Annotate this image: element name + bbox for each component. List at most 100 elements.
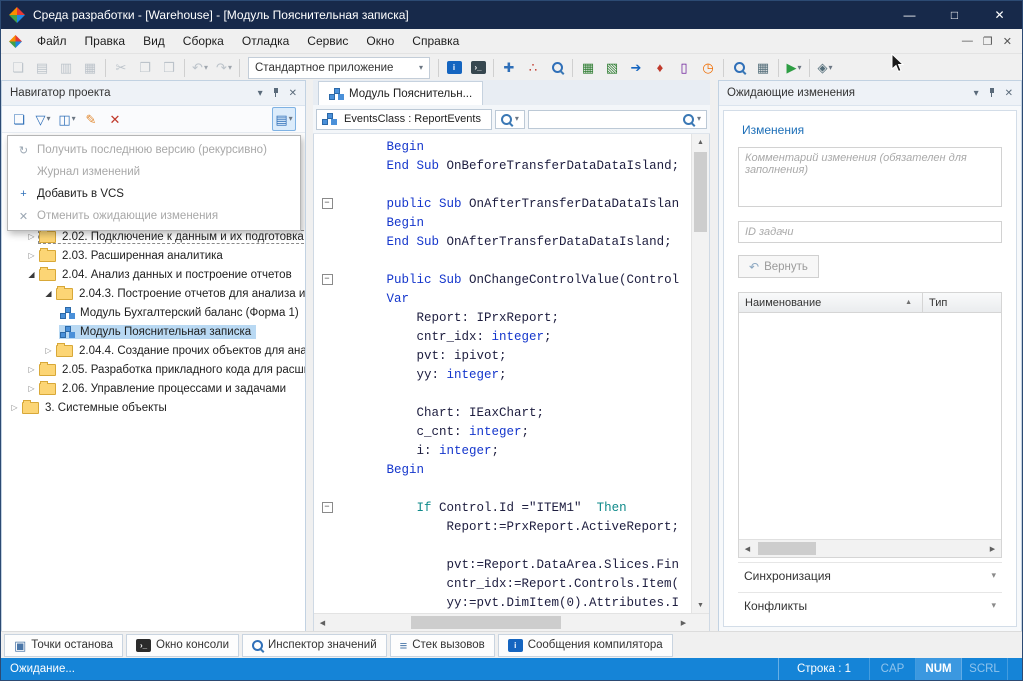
events-class-combo[interactable]: EventsClass : ReportEvents — [316, 109, 492, 130]
menubar-item[interactable]: Вид — [134, 29, 174, 53]
grid-horizontal-scrollbar[interactable]: ◀ ▶ — [739, 539, 1001, 557]
scroll-down-icon[interactable]: ▼ — [692, 597, 709, 613]
scroll-left-icon[interactable]: ◀ — [314, 615, 331, 631]
right-splitter[interactable] — [710, 80, 718, 632]
scrollbar-thumb[interactable] — [758, 542, 816, 555]
call-stack-icon[interactable]: ≡ — [400, 639, 408, 652]
section-conflicts[interactable]: Конфликты ▾ — [738, 592, 1002, 618]
section-synchronization[interactable]: Синхронизация ▾ — [738, 562, 1002, 588]
menubar-item[interactable]: Справка — [403, 29, 468, 53]
scroll-right-icon[interactable]: ▶ — [675, 615, 692, 631]
security-icon[interactable]: ♦ — [649, 57, 671, 79]
value-inspector-icon[interactable] — [252, 640, 263, 651]
nav-delete-icon[interactable]: ✕ — [104, 108, 126, 130]
tab-value-inspector[interactable]: Инспектор значений — [242, 634, 387, 657]
left-splitter[interactable] — [306, 80, 313, 632]
close-button[interactable]: ✕ — [977, 1, 1022, 29]
console-icon[interactable]: ›_ — [467, 57, 489, 79]
expand-arrow-icon[interactable]: ▷ — [8, 403, 21, 412]
tree-item[interactable]: ▷3. Системные объекты — [2, 398, 305, 417]
tree-item[interactable]: ▷2.05. Разработка прикладного кода для р… — [2, 360, 305, 379]
search-input[interactable] — [534, 111, 680, 128]
minimize-button[interactable]: — — [887, 1, 932, 29]
menu-item-label: Журнал изменений — [37, 166, 140, 178]
nav-edit-icon[interactable]: ✎ — [80, 108, 102, 130]
tab-breakpoints[interactable]: ▣Точки останова — [4, 634, 123, 657]
column-header-name[interactable]: Наименование ▲ — [739, 293, 923, 312]
publish-icon[interactable]: ➔ — [625, 57, 647, 79]
compiler-messages-icon[interactable]: i — [508, 639, 523, 652]
nav-filter-icon[interactable]: ▽▾ — [32, 108, 54, 130]
menubar-item[interactable]: Отладка — [233, 29, 298, 53]
menubar-item[interactable]: Правка — [76, 29, 135, 53]
expand-arrow-icon[interactable]: ▷ — [42, 346, 55, 355]
data-export-icon[interactable]: ▧ — [601, 57, 623, 79]
function-search-button[interactable]: ▾ — [495, 110, 525, 129]
tree-item[interactable]: Модуль Пояснительная записка — [2, 322, 305, 341]
panel-menu-icon[interactable]: ▾ — [258, 88, 263, 99]
vcs-operations-button[interactable]: ▤▾ — [272, 107, 296, 131]
menubar-item[interactable]: Окно — [357, 29, 403, 53]
run-icon[interactable]: ▶▾ — [783, 57, 805, 79]
menubar-item[interactable]: Сборка — [174, 29, 233, 53]
expand-arrow-icon[interactable]: ▷ — [25, 384, 38, 393]
editor-tab[interactable]: Модуль Пояснительн... — [318, 81, 483, 105]
application-type-combo[interactable]: Стандартное приложение▾ — [248, 57, 430, 79]
tab-call-stack[interactable]: ≡Стек вызовов — [390, 634, 495, 657]
scroll-left-icon[interactable]: ◀ — [739, 541, 756, 557]
expand-arrow-icon[interactable]: ▷ — [25, 365, 38, 374]
panel-close-icon[interactable]: ✕ — [1005, 88, 1013, 99]
panel-close-icon[interactable]: ✕ — [289, 88, 297, 99]
find-object-icon[interactable] — [546, 57, 568, 79]
change-comment-input[interactable] — [738, 147, 1002, 207]
tree-item[interactable]: Модуль Бухгалтерский баланс (Форма 1) — [2, 303, 305, 322]
mdi-restore-button[interactable]: ❐ — [983, 35, 993, 48]
nav-view-mode-icon[interactable]: ◫▾ — [56, 108, 78, 130]
mobile-icon[interactable]: ▯ — [673, 57, 695, 79]
mdi-minimize-button[interactable]: — — [962, 35, 973, 48]
info-icon[interactable]: i — [443, 57, 465, 79]
maximize-button[interactable]: □ — [932, 1, 977, 29]
expand-arrow-icon[interactable]: ▷ — [25, 232, 38, 241]
menubar-item[interactable]: Файл — [28, 29, 76, 53]
horizontal-scrollbar[interactable]: ◀ ▶ — [314, 613, 709, 631]
object-relations-icon[interactable]: ∴ — [522, 57, 544, 79]
expand-arrow-icon[interactable]: ▷ — [25, 251, 38, 260]
tree-item[interactable]: ◢2.04.3. Построение отчетов для анализа … — [2, 284, 305, 303]
add-object-icon[interactable]: ✚ — [498, 57, 520, 79]
pin-icon[interactable] — [988, 88, 996, 98]
tab-console-window[interactable]: ›_Окно консоли — [126, 634, 239, 657]
scroll-up-icon[interactable]: ▲ — [692, 134, 709, 150]
console-window-icon[interactable]: ›_ — [136, 639, 151, 652]
expand-arrow-icon[interactable]: ◢ — [42, 289, 55, 298]
expand-arrow-icon[interactable]: ◢ — [25, 270, 38, 279]
scrollbar-thumb[interactable] — [694, 152, 707, 232]
scroll-right-icon[interactable]: ▶ — [984, 541, 1001, 557]
fold-collapse-icon[interactable]: − — [314, 198, 340, 209]
tab-compiler-messages[interactable]: iСообщения компилятора — [498, 634, 673, 657]
scrollbar-thumb[interactable] — [411, 616, 561, 629]
debug-tools-icon[interactable]: ◈▾ — [814, 57, 836, 79]
section-changes[interactable]: Изменения — [742, 123, 1002, 137]
pin-icon[interactable] — [272, 88, 280, 98]
code-view[interactable]: Begin End Sub OnBeforeTransferDataDataIs… — [314, 134, 691, 613]
tree-item[interactable]: ▷2.06. Управление процессами и задачами — [2, 379, 305, 398]
tree-item[interactable]: ▷2.04.4. Создание прочих объектов для ан… — [2, 341, 305, 360]
values-grid-icon[interactable]: ▦ — [752, 57, 774, 79]
menu-item-add-to-vcs[interactable]: +Добавить в VCS — [8, 183, 300, 205]
task-id-input[interactable] — [738, 221, 1002, 243]
nav-new-object-icon[interactable]: ❏ — [8, 108, 30, 130]
menubar-item[interactable]: Сервис — [298, 29, 357, 53]
scheduler-icon[interactable]: ◷ — [697, 57, 719, 79]
fold-collapse-icon[interactable]: − — [314, 502, 340, 513]
breakpoints-icon[interactable]: ▣ — [14, 639, 26, 652]
find-in-code-icon[interactable] — [728, 57, 750, 79]
data-table-icon[interactable]: ▦ — [577, 57, 599, 79]
fold-collapse-icon[interactable]: − — [314, 274, 340, 285]
mdi-close-button[interactable]: ✕ — [1003, 35, 1012, 48]
tree-item[interactable]: ▷2.03. Расширенная аналитика — [2, 246, 305, 265]
vertical-scrollbar[interactable]: ▲ ▼ — [691, 134, 709, 613]
column-header-type[interactable]: Тип — [923, 297, 1001, 309]
tree-item[interactable]: ◢2.04. Анализ данных и построение отчето… — [2, 265, 305, 284]
panel-menu-icon[interactable]: ▾ — [974, 88, 979, 99]
